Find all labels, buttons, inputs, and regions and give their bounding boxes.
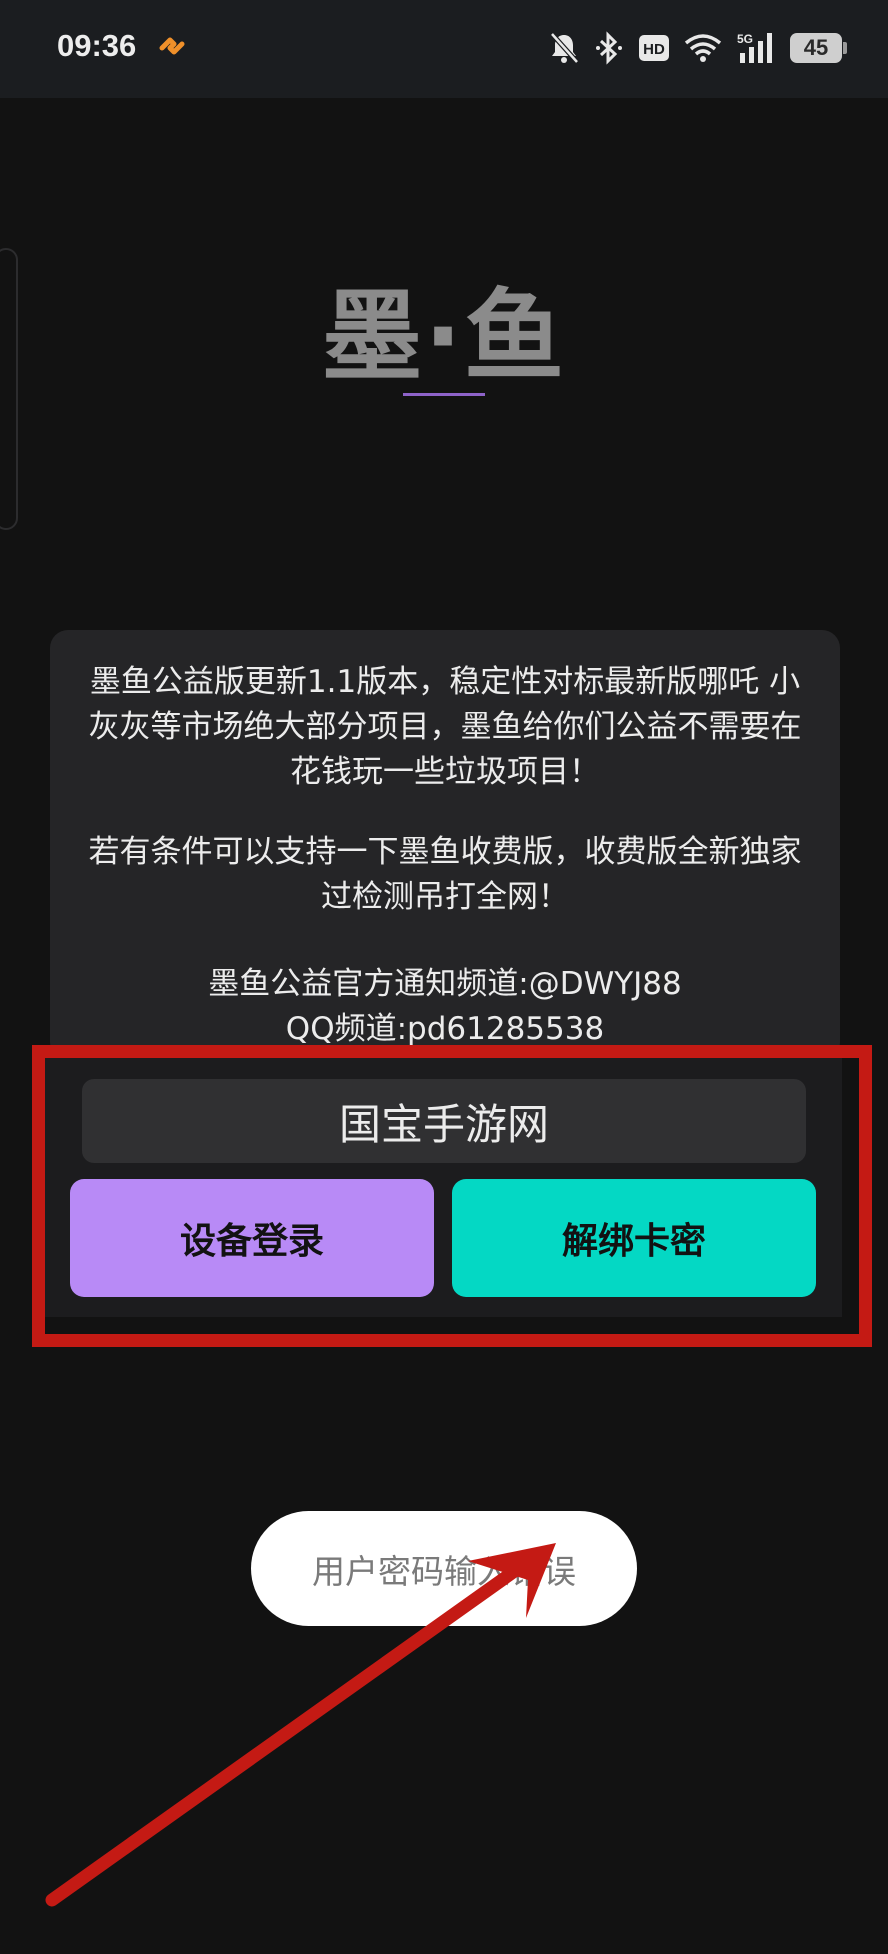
- error-toast: 用户密码输入错误: [251, 1511, 637, 1626]
- app-notification-icon: [159, 37, 185, 55]
- notice-contact: 墨鱼公益官方通知频道:@DWYJ88 QQ频道:pd61285538: [50, 962, 840, 1052]
- signal-5g-icon: 5G: [737, 32, 772, 63]
- notice-card: 墨鱼公益版更新1.1版本，稳定性对标最新版哪吒 小灰灰等市场绝大部分项目，墨鱼给…: [50, 630, 840, 1060]
- bluetooth-icon: [596, 31, 622, 65]
- device-login-button[interactable]: 设备登录: [70, 1179, 434, 1297]
- battery-indicator: 45: [790, 33, 847, 63]
- status-icons: HD 5G 45: [548, 28, 847, 68]
- status-time: 09:36: [57, 28, 137, 63]
- wifi-icon: [684, 34, 722, 62]
- toast-message: 用户密码输入错误: [312, 1551, 576, 1591]
- unbind-card-button[interactable]: 解绑卡密: [452, 1179, 816, 1297]
- hd-icon: HD: [639, 35, 669, 61]
- notice-paragraph-update: 墨鱼公益版更新1.1版本，稳定性对标最新版哪吒 小灰灰等市场绝大部分项目，墨鱼给…: [88, 664, 802, 790]
- notice-paragraph-paid: 若有条件可以支持一下墨鱼收费版，收费版全新独家过检测吊打全网！: [88, 834, 802, 915]
- title-underline: [403, 393, 485, 396]
- svg-text:HD: HD: [643, 41, 665, 58]
- card-key-input[interactable]: [82, 1079, 806, 1163]
- bell-muted-icon: [550, 32, 579, 64]
- notice-qq-line: QQ频道:pd61285538: [285, 1011, 605, 1047]
- screen: 09:36 HD 5G 45 墨·鱼 墨鱼公益版更新1.1版本，稳定性对标最新版…: [0, 0, 888, 1954]
- notice-channel-line: 墨鱼公益官方通知频道:@DWYJ88: [208, 966, 682, 1002]
- battery-level: 45: [803, 35, 829, 60]
- status-bar: 09:36 HD 5G 45: [0, 0, 888, 98]
- login-panel: 设备登录 解绑卡密: [42, 1055, 842, 1317]
- svg-text:5G: 5G: [737, 32, 753, 46]
- app-title: 墨·鱼: [322, 278, 566, 395]
